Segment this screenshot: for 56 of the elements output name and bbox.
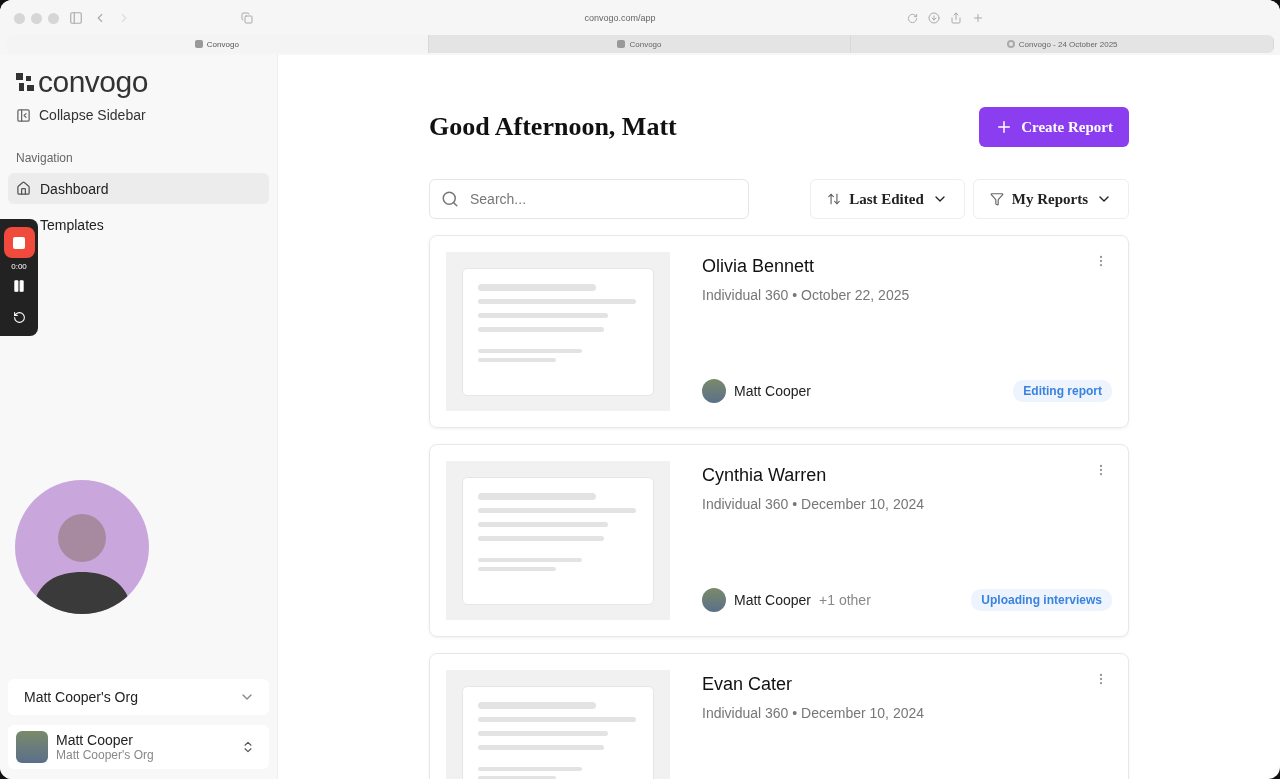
- owner-name: Matt Cooper: [734, 592, 812, 608]
- stop-button[interactable]: [3, 227, 35, 258]
- tabs-icon[interactable]: [241, 12, 253, 24]
- collapse-icon: [16, 107, 31, 123]
- user-card[interactable]: Matt Cooper Matt Cooper's Org: [8, 725, 269, 769]
- search-field[interactable]: Search...: [429, 179, 749, 219]
- restart-icon[interactable]: [12, 311, 26, 324]
- avatar-photo-placeholder: [16, 731, 48, 763]
- home-icon: [16, 181, 31, 196]
- create-report-button[interactable]: Create Report: [979, 107, 1129, 147]
- avatar-photo-placeholder: [702, 588, 726, 612]
- nav-item[interactable]: Dashboard: [8, 173, 269, 204]
- logo-text: convogo: [38, 67, 148, 97]
- collapse-sidebar-link[interactable]: Collapse Sidebar: [8, 97, 269, 133]
- avatar-photo-placeholder: [702, 379, 726, 403]
- owner-name: Matt Cooper: [734, 383, 812, 399]
- report-name: Cynthia Warren: [702, 465, 827, 486]
- url-field[interactable]: convogo.com/app: [383, 13, 857, 23]
- share-icon[interactable]: [950, 12, 962, 24]
- browser-tab[interactable]: Convogo - 24 October 2025: [851, 35, 1274, 53]
- user-name: Matt Cooper: [56, 732, 135, 748]
- section-label: Navigation: [15, 150, 74, 167]
- download-icon[interactable]: [928, 12, 940, 24]
- sort-dropdown[interactable]: Last Edited: [810, 179, 965, 219]
- report-card[interactable]: Olivia Bennett Individual 360 • October 22, 2025 Matt Cooper Editing report: [429, 235, 1129, 428]
- browser-tab[interactable]: Convogo: [428, 35, 852, 53]
- search-icon: [441, 190, 459, 208]
- tab-label: Convogo: [206, 39, 239, 49]
- favicon-icon: [617, 40, 626, 48]
- favicon-icon: [194, 40, 203, 48]
- report-name: Evan Cater: [702, 674, 793, 695]
- reload-icon[interactable]: [907, 12, 918, 24]
- sidebar-icon[interactable]: [69, 11, 83, 25]
- report-meta: Individual 360 • December 10, 2024: [702, 705, 926, 721]
- report-card[interactable]: Cynthia Warren Individual 360 • December 10, 2024 Matt Cooper +1 other Uploading interviews: [429, 444, 1129, 637]
- report-card[interactable]: Evan Cater Individual 360 • December 10, 2024: [429, 653, 1129, 779]
- new-tab-icon[interactable]: [972, 12, 984, 24]
- org-selector[interactable]: Matt Cooper's Org: [8, 679, 269, 715]
- report-name: Olivia Bennett: [702, 256, 815, 277]
- user-org: Matt Cooper's Org: [56, 748, 155, 762]
- filter-icon: [989, 192, 1004, 206]
- report-meta: Individual 360 • October 22, 2025: [702, 287, 911, 303]
- status-badge: Uploading interviews: [971, 589, 1112, 611]
- extra-owners: +1 other: [819, 592, 871, 608]
- greeting-heading: Good Afternoon, Matt: [429, 112, 677, 142]
- filter-dropdown[interactable]: My Reports: [972, 179, 1129, 219]
- report-meta: Individual 360 • December 10, 2024: [702, 496, 926, 512]
- tab-label: Convogo: [629, 39, 662, 49]
- logo-icon: [16, 73, 34, 91]
- stop-icon: [13, 236, 25, 249]
- recording-time: 0:00: [11, 262, 27, 271]
- sort-icon: [827, 192, 842, 206]
- status-badge: Editing report: [1013, 380, 1112, 402]
- tab-label: Convogo - 24 October 2025: [1018, 39, 1118, 49]
- window-controls-icon[interactable]: [14, 12, 59, 24]
- pause-icon[interactable]: [12, 279, 26, 293]
